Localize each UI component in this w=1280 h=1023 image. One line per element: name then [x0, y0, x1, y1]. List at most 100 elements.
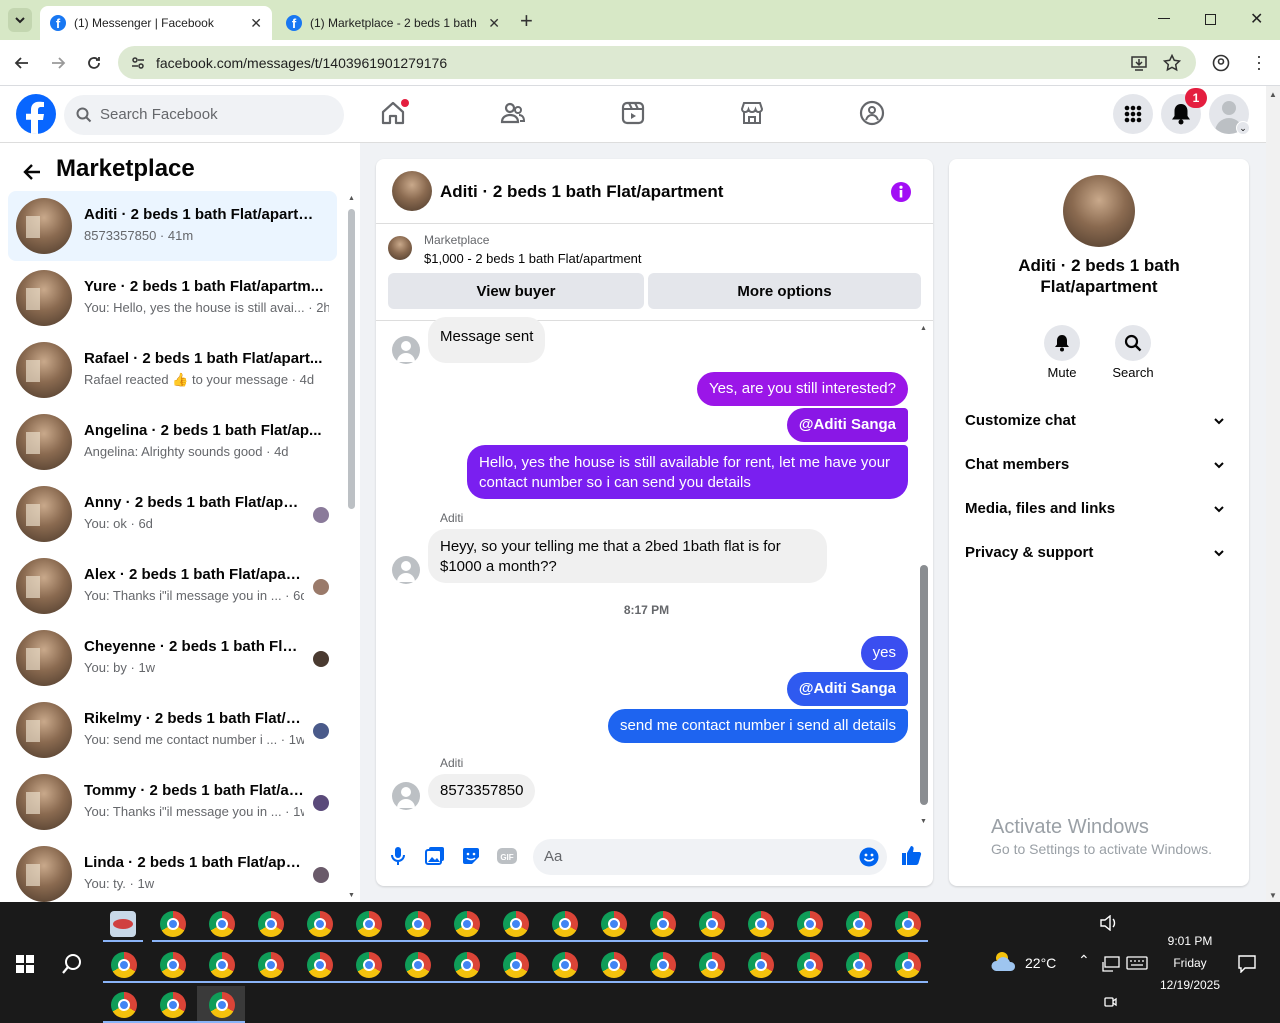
chrome-icon[interactable]: [895, 911, 921, 937]
photo-icon[interactable]: [425, 846, 445, 866]
chrome-icon[interactable]: [552, 911, 578, 937]
message-outgoing[interactable]: Yes, are you still interested?: [696, 372, 908, 406]
section-privacy-support[interactable]: Privacy & support: [965, 544, 1233, 561]
network-icon[interactable]: [1102, 956, 1120, 972]
close-tab-icon[interactable]: ✕: [250, 15, 262, 32]
clock-time[interactable]: 9:01 PM: [1150, 934, 1230, 948]
conversation-item[interactable]: Tommy · 2 beds 1 bath Flat/ap... You: Tha…: [8, 767, 337, 837]
weather-temperature[interactable]: 22°C: [1025, 955, 1056, 971]
mute-button[interactable]: [1044, 325, 1080, 361]
chat-title[interactable]: Aditi · 2 beds 1 bath Flat/apartment: [440, 182, 723, 202]
chrome-icon[interactable]: [307, 952, 333, 978]
conversation-item[interactable]: Aditi · 2 beds 1 bath Flat/apartm... 8573…: [8, 191, 337, 261]
restore-button[interactable]: [1205, 14, 1216, 25]
chrome-icon[interactable]: [160, 952, 186, 978]
chrome-icon[interactable]: [748, 911, 774, 937]
chrome-icon[interactable]: [503, 911, 529, 937]
view-buyer-button[interactable]: View buyer: [388, 273, 644, 309]
chrome-icon[interactable]: [748, 952, 774, 978]
info-icon[interactable]: [890, 181, 912, 203]
chrome-icon[interactable]: [111, 952, 137, 978]
weather-cloud-icon[interactable]: [990, 949, 1020, 973]
message-incoming[interactable]: Message sent: [428, 317, 546, 363]
message-incoming[interactable]: 8573357850: [428, 774, 536, 808]
reload-icon[interactable]: [86, 55, 102, 71]
emoji-icon[interactable]: [859, 847, 879, 867]
mention-outgoing[interactable]: @Aditi Sanga: [786, 408, 908, 442]
profile-icon[interactable]: [1212, 54, 1230, 72]
message-outgoing[interactable]: send me contact number i send all detail…: [608, 709, 908, 743]
chrome-icon[interactable]: [307, 911, 333, 937]
list-scrollbar[interactable]: ▲ ▼: [346, 195, 356, 899]
video-icon[interactable]: [620, 100, 646, 126]
chrome-icon[interactable]: [650, 911, 676, 937]
microphone-icon[interactable]: [390, 846, 406, 866]
chrome-icon[interactable]: [699, 952, 725, 978]
chrome-icon[interactable]: [356, 952, 382, 978]
browser-menu-icon[interactable]: · · ·: [1256, 47, 1262, 77]
chrome-icon[interactable]: [454, 952, 480, 978]
windows-start-icon[interactable]: [16, 955, 34, 973]
chrome-icon[interactable]: [797, 911, 823, 937]
message-incoming[interactable]: Heyy, so your telling me that a 2bed 1ba…: [428, 529, 827, 583]
back-icon[interactable]: [14, 55, 30, 71]
app-icon[interactable]: [110, 911, 136, 937]
like-thumb-icon[interactable]: [900, 844, 922, 866]
chrome-icon[interactable]: [405, 952, 431, 978]
close-tab-icon[interactable]: ✕: [488, 15, 500, 32]
speaker-icon[interactable]: [1100, 915, 1118, 931]
facebook-logo-icon[interactable]: [16, 94, 56, 134]
chrome-icon[interactable]: [846, 911, 872, 937]
page-scrollbar[interactable]: ▲ ▼: [1266, 86, 1280, 902]
chrome-icon[interactable]: [552, 952, 578, 978]
chrome-icon[interactable]: [895, 952, 921, 978]
chrome-icon[interactable]: [503, 952, 529, 978]
clock-date[interactable]: 12/19/2025: [1150, 978, 1230, 992]
site-settings-icon[interactable]: [130, 55, 146, 71]
conversation-item[interactable]: Anny · 2 beds 1 bath Flat/apar... You: ok…: [8, 479, 337, 549]
chrome-icon[interactable]: [601, 952, 627, 978]
search-icon[interactable]: [61, 953, 83, 975]
back-arrow-icon[interactable]: [22, 162, 42, 182]
section-chat-members[interactable]: Chat members: [965, 456, 1233, 473]
section-media-files-links[interactable]: Media, files and links: [965, 500, 1233, 517]
keyboard-icon[interactable]: [1126, 956, 1148, 970]
conversation-item[interactable]: Linda · 2 beds 1 bath Flat/apar... You: t…: [8, 839, 337, 909]
chrome-icon[interactable]: [209, 952, 235, 978]
chrome-icon[interactable]: [160, 911, 186, 937]
chrome-icon[interactable]: [209, 911, 235, 937]
account-chevron-icon[interactable]: ⌄: [1236, 121, 1250, 135]
meet-now-icon[interactable]: [1103, 995, 1117, 1009]
conversation-item[interactable]: Angelina · 2 beds 1 bath Flat/ap... Angel…: [8, 407, 337, 477]
groups-icon[interactable]: [859, 100, 885, 126]
chrome-icon[interactable]: [258, 911, 284, 937]
chrome-icon[interactable]: [356, 911, 382, 937]
forward-icon[interactable]: [50, 55, 66, 71]
section-customize-chat[interactable]: Customize chat: [965, 412, 1233, 429]
show-hidden-icons[interactable]: ⌃: [1078, 952, 1090, 969]
chrome-icon[interactable]: [601, 911, 627, 937]
conversation-item[interactable]: Yure · 2 beds 1 bath Flat/apartm... You: …: [8, 263, 337, 333]
chrome-icon[interactable]: [699, 911, 725, 937]
chrome-icon[interactable]: [650, 952, 676, 978]
message-outgoing[interactable]: yes: [860, 636, 908, 670]
chrome-icon[interactable]: [797, 952, 823, 978]
chrome-icon[interactable]: [846, 952, 872, 978]
chat-avatar[interactable]: [392, 171, 432, 211]
message-outgoing[interactable]: Hello, yes the house is still available …: [467, 445, 908, 499]
friends-icon[interactable]: [500, 100, 526, 126]
chrome-icon[interactable]: [454, 911, 480, 937]
chrome-icon[interactable]: [258, 952, 284, 978]
chat-scrollbar[interactable]: ▲ ▼: [919, 325, 929, 825]
mention-outgoing[interactable]: @Aditi Sanga: [786, 672, 908, 706]
message-input[interactable]: Aa: [533, 839, 887, 875]
gif-icon[interactable]: GIF: [496, 846, 518, 866]
chrome-icon[interactable]: [405, 911, 431, 937]
search-facebook-input[interactable]: Search Facebook: [64, 95, 344, 135]
close-window-button[interactable]: ✕: [1250, 9, 1263, 29]
sticker-icon[interactable]: [461, 846, 481, 866]
omnibox[interactable]: facebook.com/messages/t/1403961901279176: [118, 46, 1196, 79]
chrome-icon[interactable]: [160, 992, 186, 1018]
minimize-button[interactable]: [1158, 18, 1170, 19]
conversation-item[interactable]: Cheyenne · 2 beds 1 bath Flat/... You: by…: [8, 623, 337, 693]
